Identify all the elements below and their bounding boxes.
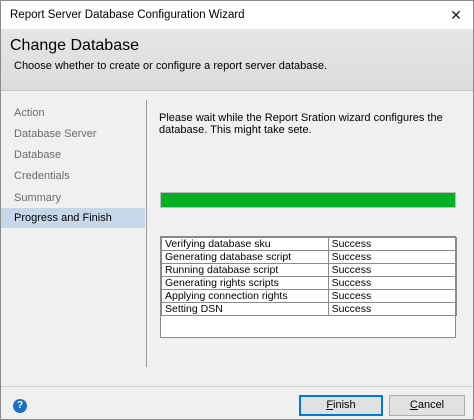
task-cell: Running database script xyxy=(161,263,329,277)
sidebar-item-database-server[interactable]: Database Server xyxy=(1,124,145,144)
close-icon[interactable]: ✕ xyxy=(445,5,467,25)
sidebar-item-database[interactable]: Database xyxy=(1,145,145,165)
finish-label: inish xyxy=(333,399,356,411)
finish-button[interactable]: Finish xyxy=(299,395,383,416)
task-cell: Generating database script xyxy=(161,250,329,264)
task-cell: Setting DSN xyxy=(161,302,329,316)
status-cell: Success xyxy=(327,302,458,316)
window-title: Report Server Database Configuration Wiz… xyxy=(10,9,245,21)
page-title: Change Database xyxy=(10,37,139,54)
step-sidebar: Action Database Server Database Credenti… xyxy=(1,100,145,378)
wizard-header: Change Database Choose whether to create… xyxy=(1,29,473,91)
results-table: Verifying database sku Success Generating … xyxy=(160,236,458,338)
status-cell: Success xyxy=(327,263,458,277)
task-cell: Generating rights scripts xyxy=(161,276,329,290)
sidebar-item-summary[interactable]: Summary xyxy=(1,188,145,208)
status-cell: Success xyxy=(327,237,458,251)
wizard-body: Action Database Server Database Credenti… xyxy=(1,92,473,386)
sidebar-item-progress-and-finish[interactable]: Progress and Finish xyxy=(1,208,145,228)
cancel-accelerator: C xyxy=(409,399,418,411)
footer-divider xyxy=(1,386,473,387)
wizard-window: Report Server Database Configuration Wiz… xyxy=(0,0,474,420)
table-row: Generating database script Success xyxy=(161,250,458,264)
status-cell: Success xyxy=(327,250,458,264)
task-cell: Verifying database sku xyxy=(161,237,329,251)
status-cell: Success xyxy=(327,289,458,303)
progress-fill xyxy=(161,193,455,207)
cancel-button[interactable]: Cancel xyxy=(389,395,465,416)
status-message: Please wait while the Report Sration wiz… xyxy=(159,112,443,136)
sidebar-item-credentials[interactable]: Credentials xyxy=(1,166,145,186)
table-row: Verifying database sku Success xyxy=(161,237,458,251)
title-bar: Report Server Database Configuration Wiz… xyxy=(1,1,473,29)
progress-bar xyxy=(160,192,456,208)
sidebar-divider xyxy=(146,100,147,367)
table-row: Applying connection rights Success xyxy=(161,289,458,303)
table-row: Generating rights scripts Success xyxy=(161,276,458,290)
page-subtitle: Choose whether to create or configure a … xyxy=(14,60,328,72)
sidebar-item-action[interactable]: Action xyxy=(1,103,145,123)
status-cell: Success xyxy=(327,276,458,290)
cancel-label: ancel xyxy=(417,399,445,411)
help-icon[interactable]: ? xyxy=(13,399,27,413)
task-cell: Applying connection rights xyxy=(161,289,329,303)
table-row: Running database script Success xyxy=(161,263,458,277)
table-row: Setting DSN Success xyxy=(161,302,458,316)
content-panel: Please wait while the Report Sration wiz… xyxy=(153,100,465,370)
